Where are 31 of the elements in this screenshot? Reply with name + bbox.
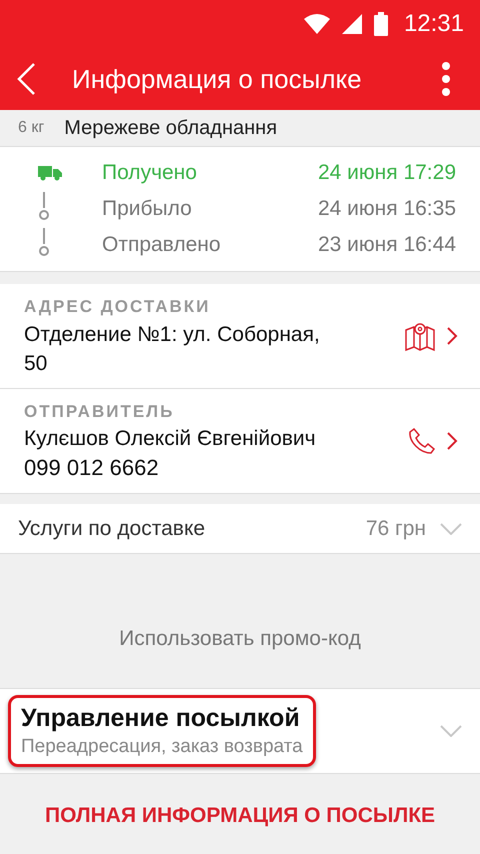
manage-title: Управление посылкой xyxy=(21,703,301,734)
chevron-down-icon xyxy=(440,522,462,534)
section-label: АДРЕС ДОСТАВКИ xyxy=(24,296,212,318)
wifi-icon xyxy=(304,14,330,34)
section-label: ОТПРАВИТЕЛЬ xyxy=(24,400,176,422)
screen-title: Информация о посылке xyxy=(72,62,363,96)
chevron-right-icon xyxy=(446,430,458,451)
parcel-description: Мережеве обладнання xyxy=(64,116,278,141)
status-time: 12:31 xyxy=(404,9,464,39)
status-text: Отправлено xyxy=(102,232,222,258)
phone-number: 099 012 6662 xyxy=(24,454,160,482)
chevron-right-icon xyxy=(446,326,458,346)
signal-icon xyxy=(342,14,362,34)
battery-icon xyxy=(374,12,388,36)
phone-icon xyxy=(406,426,436,456)
status-text: Прибыло xyxy=(102,196,193,222)
address-text: Отделение №1: ул. Соборная, 50 xyxy=(24,322,321,376)
full-info-link[interactable]: ПОЛНАЯ ИНФОРМАЦИЯ О ПОСЫЛКЕ xyxy=(44,800,436,832)
call-button[interactable] xyxy=(406,426,458,456)
status-date: 24 июня 17:29 xyxy=(318,160,456,186)
chevron-down-icon xyxy=(440,725,462,737)
status-text: Получено xyxy=(102,160,198,186)
weight-text: 6 кг xyxy=(18,118,44,138)
more-icon[interactable] xyxy=(440,62,452,96)
status-date: 23 июня 16:44 xyxy=(318,232,456,258)
promo-code-link[interactable]: Использовать промо-код xyxy=(119,622,361,654)
manage-parcel-row[interactable]: Управление посылкой Переадресация, заказ возврата xyxy=(0,689,480,774)
status-date: 24 июня 16:35 xyxy=(318,196,456,222)
manage-subtitle: Переадресация, заказ возврата xyxy=(21,735,303,759)
sender-name: Кулєшов Олексій Євгенійович xyxy=(24,426,317,452)
services-row[interactable]: Услуги по доставке 76 грн xyxy=(0,504,480,554)
